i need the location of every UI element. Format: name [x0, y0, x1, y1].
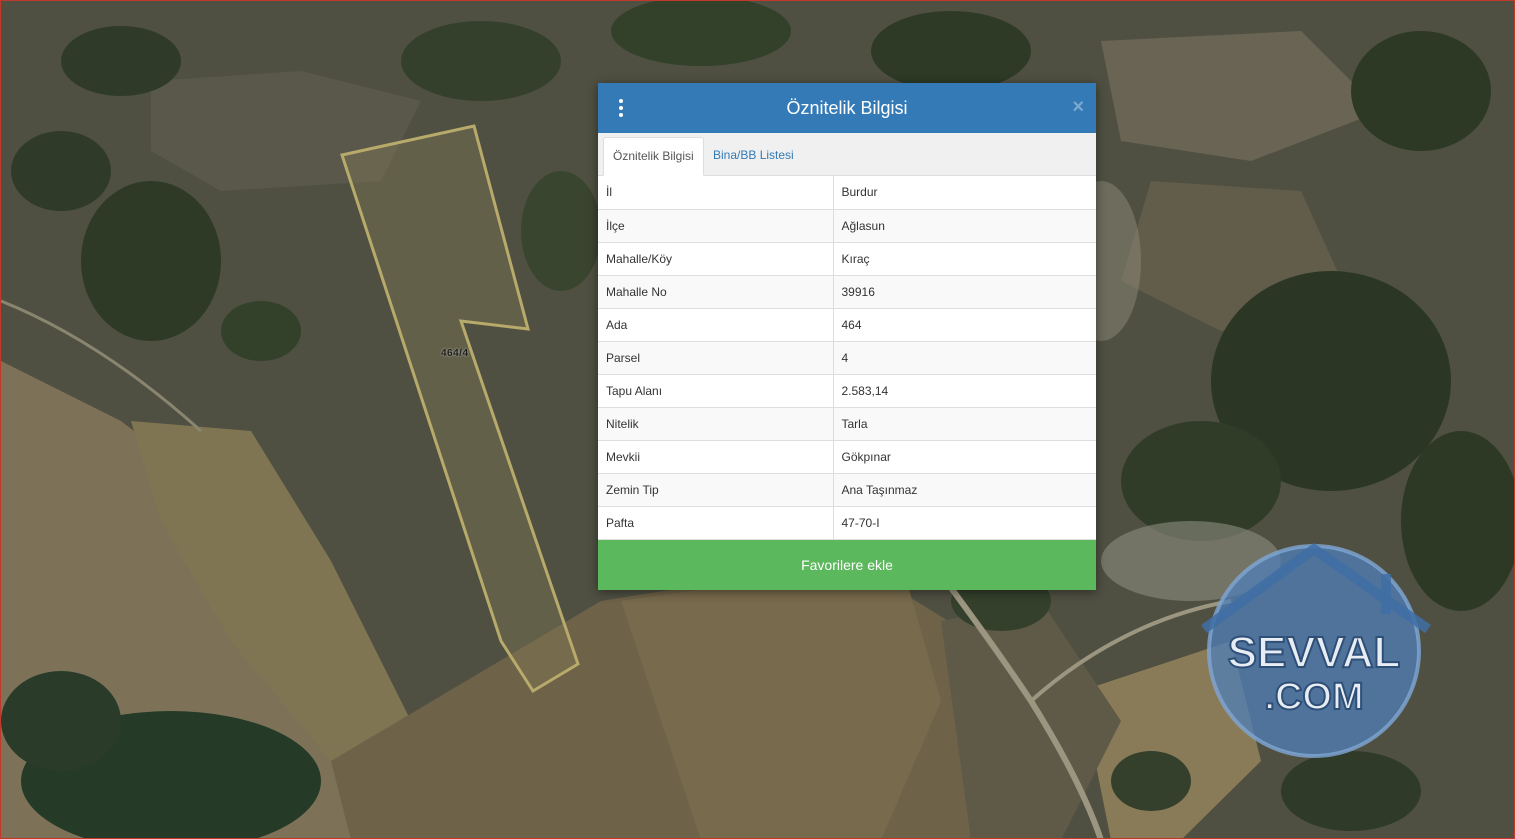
row-value: Burdur: [833, 176, 1096, 210]
row-key: Mahalle No: [598, 275, 834, 309]
row-key: Tapu Alanı: [598, 374, 834, 408]
table-row: Parsel 4: [598, 341, 1096, 375]
watermark-text-sevval: SEVVAL: [1228, 628, 1401, 677]
row-key: Ada: [598, 308, 834, 342]
row-value: 4: [833, 341, 1096, 375]
close-icon[interactable]: ×: [1072, 97, 1084, 117]
tab-building-list[interactable]: Bina/BB Listesi: [704, 137, 803, 175]
table-row: Mahalle No 39916: [598, 275, 1096, 309]
row-value: Kıraç: [833, 242, 1096, 276]
row-key: İlçe: [598, 209, 834, 243]
table-row: İl Burdur: [598, 176, 1096, 210]
parcel-label: 464/4: [441, 348, 469, 359]
panel-header: Öznitelik Bilgisi ×: [598, 83, 1096, 133]
table-row: Pafta 47-70-I: [598, 506, 1096, 540]
row-value: Ana Taşınmaz: [833, 473, 1096, 507]
watermark-text-com: .COM: [1264, 676, 1363, 718]
add-to-favorites-button[interactable]: Favorilere ekle: [598, 539, 1096, 590]
row-value: 47-70-I: [833, 506, 1096, 540]
table-row: Tapu Alanı 2.583,14: [598, 374, 1096, 408]
row-key: Zemin Tip: [598, 473, 834, 507]
row-value: 464: [833, 308, 1096, 342]
table-row: Mahalle/Köy Kıraç: [598, 242, 1096, 276]
kebab-menu-icon[interactable]: [616, 98, 626, 118]
row-key: İl: [598, 176, 834, 210]
row-value: Gökpınar: [833, 440, 1096, 474]
tab-attribute-info[interactable]: Öznitelik Bilgisi: [603, 137, 704, 176]
row-key: Mahalle/Köy: [598, 242, 834, 276]
panel-tabs: Öznitelik Bilgisi Bina/BB Listesi: [598, 133, 1096, 176]
row-value: 39916: [833, 275, 1096, 309]
row-key: Mevkii: [598, 440, 834, 474]
table-row: Nitelik Tarla: [598, 407, 1096, 441]
row-key: Pafta: [598, 506, 834, 540]
table-row: Mevkii Gökpınar: [598, 440, 1096, 474]
table-row: Zemin Tip Ana Taşınmaz: [598, 473, 1096, 507]
row-key: Parsel: [598, 341, 834, 375]
row-value: Ağlasun: [833, 209, 1096, 243]
attribute-table: İl Burdur İlçe Ağlasun Mahalle/Köy Kıraç Ma…: [598, 176, 1096, 540]
attribute-info-panel: Öznitelik Bilgisi × Öznitelik Bilgisi Bi…: [598, 83, 1096, 590]
row-key: Nitelik: [598, 407, 834, 441]
panel-title: Öznitelik Bilgisi: [786, 97, 908, 118]
table-row: İlçe Ağlasun: [598, 209, 1096, 243]
row-value: Tarla: [833, 407, 1096, 441]
sevval-watermark-logo: SEVVAL .COM: [1201, 542, 1431, 758]
table-row: Ada 464: [598, 308, 1096, 342]
row-value: 2.583,14: [833, 374, 1096, 408]
